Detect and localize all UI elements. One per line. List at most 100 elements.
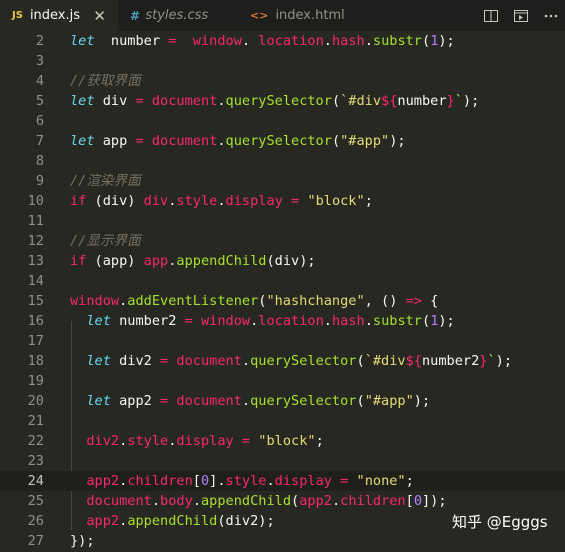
code-token: document bbox=[151, 133, 218, 149]
code-token: ( bbox=[422, 33, 431, 49]
line-number: 2 bbox=[35, 33, 44, 49]
line-number: 16 bbox=[27, 313, 44, 329]
code-token: style bbox=[127, 433, 169, 449]
code-line[interactable]: 7 let app = document.querySelector("#app"… bbox=[0, 131, 565, 151]
code-line[interactable]: 14 bbox=[0, 271, 565, 291]
code-line[interactable]: 24 app2.children[0].style.display = "non… bbox=[0, 471, 565, 491]
code-text: let number = window. location.hash.subst… bbox=[70, 31, 455, 51]
code-token: [ bbox=[192, 473, 201, 489]
code-token: . bbox=[323, 313, 332, 329]
tab-label: index.html bbox=[275, 8, 345, 23]
code-token: hash bbox=[331, 313, 365, 329]
code-token: document bbox=[176, 353, 242, 369]
tab-label: styles.css bbox=[145, 8, 209, 23]
code-token: appendChild bbox=[127, 513, 218, 529]
split-editor-icon[interactable] bbox=[483, 8, 499, 24]
code-token: display bbox=[274, 473, 332, 489]
line-number: 19 bbox=[27, 373, 44, 389]
code-line[interactable]: 6 bbox=[0, 111, 565, 131]
code-token: appendChild bbox=[200, 493, 292, 509]
line-number: 24 bbox=[27, 473, 44, 489]
tab-index-js[interactable]: JS index.js ✕ bbox=[0, 0, 118, 31]
code-token: app2 bbox=[86, 513, 120, 529]
code-line[interactable]: 9 //渲染界面 bbox=[0, 171, 565, 191]
code-line[interactable]: 27}); bbox=[0, 531, 565, 551]
code-line[interactable]: 5 let div = document.querySelector(`#div$… bbox=[0, 91, 565, 111]
tab-bar: JS index.js ✕ # styles.css <> index.html bbox=[0, 0, 565, 31]
code-token: div bbox=[94, 93, 136, 109]
code-token: substr bbox=[372, 33, 422, 49]
code-token: . bbox=[217, 133, 226, 149]
code-line[interactable]: 25 document.body.appendChild(app2.childr… bbox=[0, 491, 565, 511]
code-token: "hashchange" bbox=[266, 293, 365, 309]
code-token: if bbox=[70, 193, 87, 209]
code-text: let div = document.querySelector(`#div${… bbox=[70, 91, 479, 111]
code-line[interactable]: 10 if (div) div.style.display = "block"; bbox=[0, 191, 565, 211]
code-line[interactable]: 11 bbox=[0, 211, 565, 231]
code-token: location bbox=[258, 33, 324, 49]
code-line[interactable]: 12 //显示界面 bbox=[0, 231, 565, 251]
code-token: ; bbox=[315, 433, 324, 449]
code-token: number bbox=[94, 33, 169, 49]
code-token: = bbox=[135, 93, 144, 109]
more-actions-icon[interactable] bbox=[543, 8, 559, 24]
code-token: "#app" bbox=[364, 393, 414, 409]
code-token: ); bbox=[413, 393, 431, 409]
code-token: (div) bbox=[86, 193, 144, 209]
code-text: }); bbox=[70, 531, 95, 551]
line-number: 10 bbox=[27, 193, 44, 209]
code-token: "block" bbox=[307, 193, 365, 209]
code-line[interactable]: 19 bbox=[0, 371, 565, 391]
code-line[interactable]: 8 bbox=[0, 151, 565, 171]
code-line[interactable]: 23 bbox=[0, 451, 565, 471]
code-line[interactable]: 16 let number2 = window.location.hash.su… bbox=[0, 311, 565, 331]
code-token: 0 bbox=[200, 473, 210, 489]
code-line[interactable]: 3 bbox=[0, 51, 565, 71]
code-text: window.addEventListener("hashchange", ()… bbox=[70, 291, 438, 311]
code-token: querySelector bbox=[250, 393, 357, 409]
line-number: 5 bbox=[35, 93, 44, 109]
code-token: number2 bbox=[110, 313, 185, 329]
code-token: } bbox=[446, 93, 455, 109]
code-line[interactable]: 21 bbox=[0, 411, 565, 431]
code-editor[interactable]: 2 let number = window. location.hash.subs… bbox=[0, 31, 565, 552]
code-token: body bbox=[160, 493, 193, 509]
code-token: . bbox=[192, 493, 201, 509]
code-text: let div2 = document.querySelector(`#div$… bbox=[70, 351, 512, 371]
close-icon[interactable]: ✕ bbox=[93, 7, 106, 25]
code-token: ); bbox=[462, 93, 480, 109]
code-token: appendChild bbox=[176, 253, 267, 269]
line-number: 23 bbox=[27, 453, 44, 469]
code-line[interactable]: 15 window.addEventListener("hashchange", … bbox=[0, 291, 565, 311]
code-token: substr bbox=[372, 313, 422, 329]
code-token: ( bbox=[356, 353, 365, 369]
preview-icon[interactable] bbox=[513, 8, 529, 24]
tab-styles-css[interactable]: # styles.css bbox=[118, 0, 238, 31]
code-token: ` bbox=[454, 93, 463, 109]
line-number: 26 bbox=[27, 513, 44, 529]
code-line[interactable]: 20 let app2 = document.querySelector("#a… bbox=[0, 391, 565, 411]
code-line[interactable]: 13 if (app) app.appendChild(div); bbox=[0, 251, 565, 271]
code-token: , () bbox=[364, 293, 406, 309]
code-line[interactable]: 18 let div2 = document.querySelector(`#d… bbox=[0, 351, 565, 371]
code-token: . bbox=[331, 493, 341, 509]
code-token: => bbox=[405, 293, 422, 309]
code-token: window bbox=[200, 313, 251, 329]
code-token: div2 bbox=[86, 433, 120, 449]
tab-index-html[interactable]: <> index.html bbox=[238, 0, 368, 31]
code-token: = bbox=[241, 433, 251, 449]
code-line[interactable]: 17 bbox=[0, 331, 565, 351]
code-line[interactable]: 22 div2.style.display = "block"; bbox=[0, 431, 565, 451]
code-line[interactable]: 2 let number = window. location.hash.subs… bbox=[0, 31, 565, 51]
code-text: //显示界面 bbox=[70, 231, 141, 251]
code-token: let bbox=[86, 313, 111, 329]
code-text: app2.appendChild(div2); bbox=[70, 511, 274, 531]
line-number: 15 bbox=[27, 293, 44, 309]
code-token: let bbox=[70, 33, 95, 49]
code-token: app2 bbox=[110, 393, 161, 409]
code-line[interactable]: 4 //获取界面 bbox=[0, 71, 565, 91]
